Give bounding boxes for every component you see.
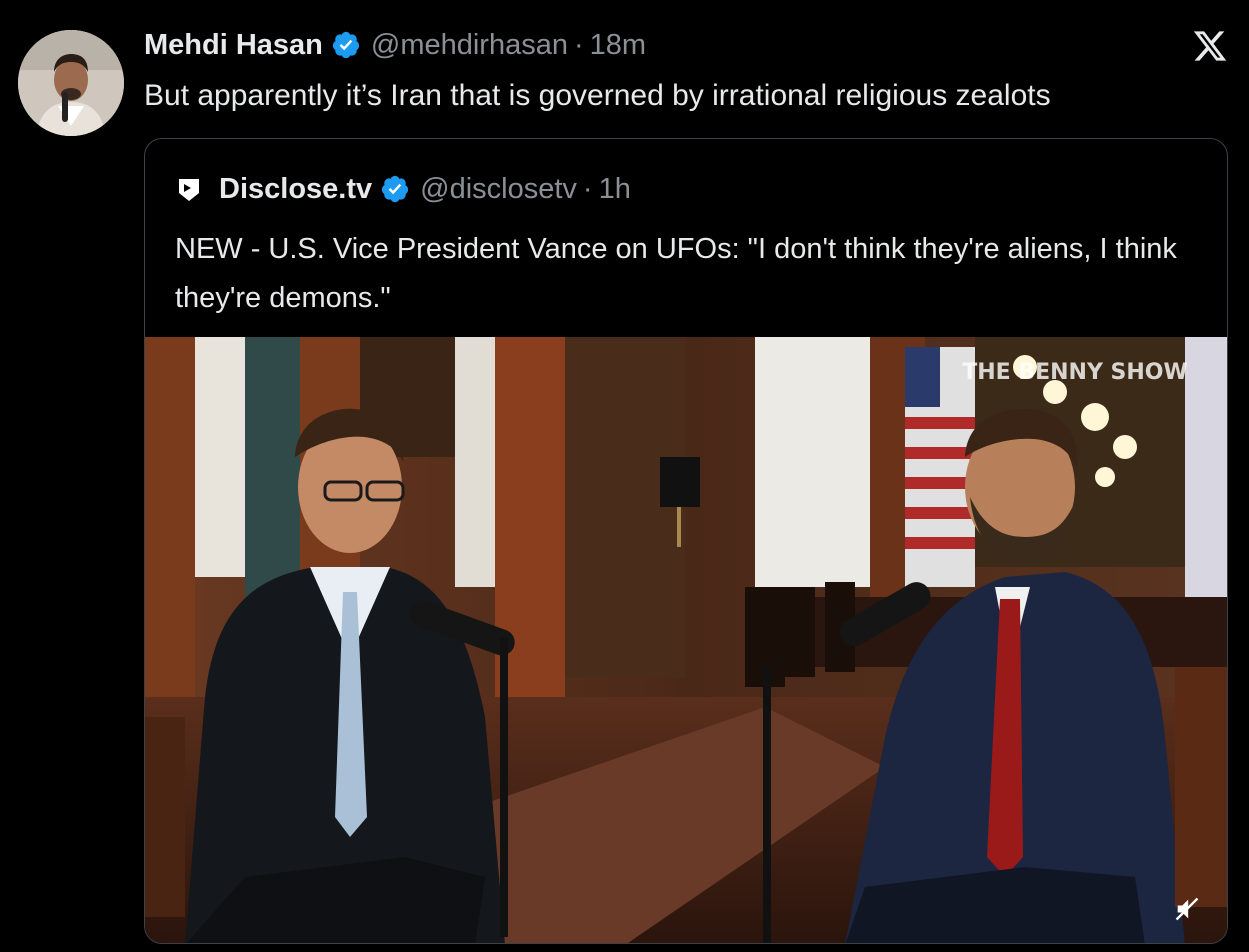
- show-watermark: THE BENNY SHOW: [962, 360, 1188, 385]
- author-name[interactable]: Mehdi Hasan: [144, 29, 323, 62]
- video-frame: THE BENNY SHOW: [145, 337, 1227, 943]
- tweet-text: But apparently it’s Iran that is governe…: [144, 79, 1051, 112]
- quoted-tweet-card[interactable]: Disclose.tv @disclosetv · 1h NEW - U.S. …: [144, 138, 1228, 944]
- verified-badge-icon: [380, 174, 410, 204]
- quoted-tweet-text: NEW - U.S. Vice President Vance on UFOs:…: [175, 233, 1177, 314]
- x-logo-icon: [1192, 28, 1228, 64]
- quoted-author-name[interactable]: Disclose.tv: [219, 173, 372, 206]
- author-avatar[interactable]: [18, 30, 124, 136]
- video-player[interactable]: THE BENNY SHOW: [145, 337, 1227, 943]
- tweet-timestamp[interactable]: 18m: [590, 29, 646, 62]
- tweet-card[interactable]: Mehdi Hasan @mehdirhasan · 18m But appar…: [0, 0, 1249, 952]
- verified-badge-icon: [331, 30, 361, 60]
- disclose-logo-icon: [175, 175, 203, 203]
- separator-dot: ·: [573, 28, 584, 61]
- quoted-tweet-header: Disclose.tv @disclosetv · 1h: [175, 169, 631, 209]
- author-handle[interactable]: @mehdirhasan: [371, 29, 568, 62]
- quoted-tweet-timestamp[interactable]: 1h: [599, 173, 631, 206]
- muted-speaker-icon[interactable]: [1173, 895, 1201, 923]
- quoted-author-handle[interactable]: @disclosetv: [420, 173, 577, 206]
- separator-dot: ·: [582, 172, 593, 205]
- tweet-header: Mehdi Hasan @mehdirhasan · 18m: [144, 24, 646, 66]
